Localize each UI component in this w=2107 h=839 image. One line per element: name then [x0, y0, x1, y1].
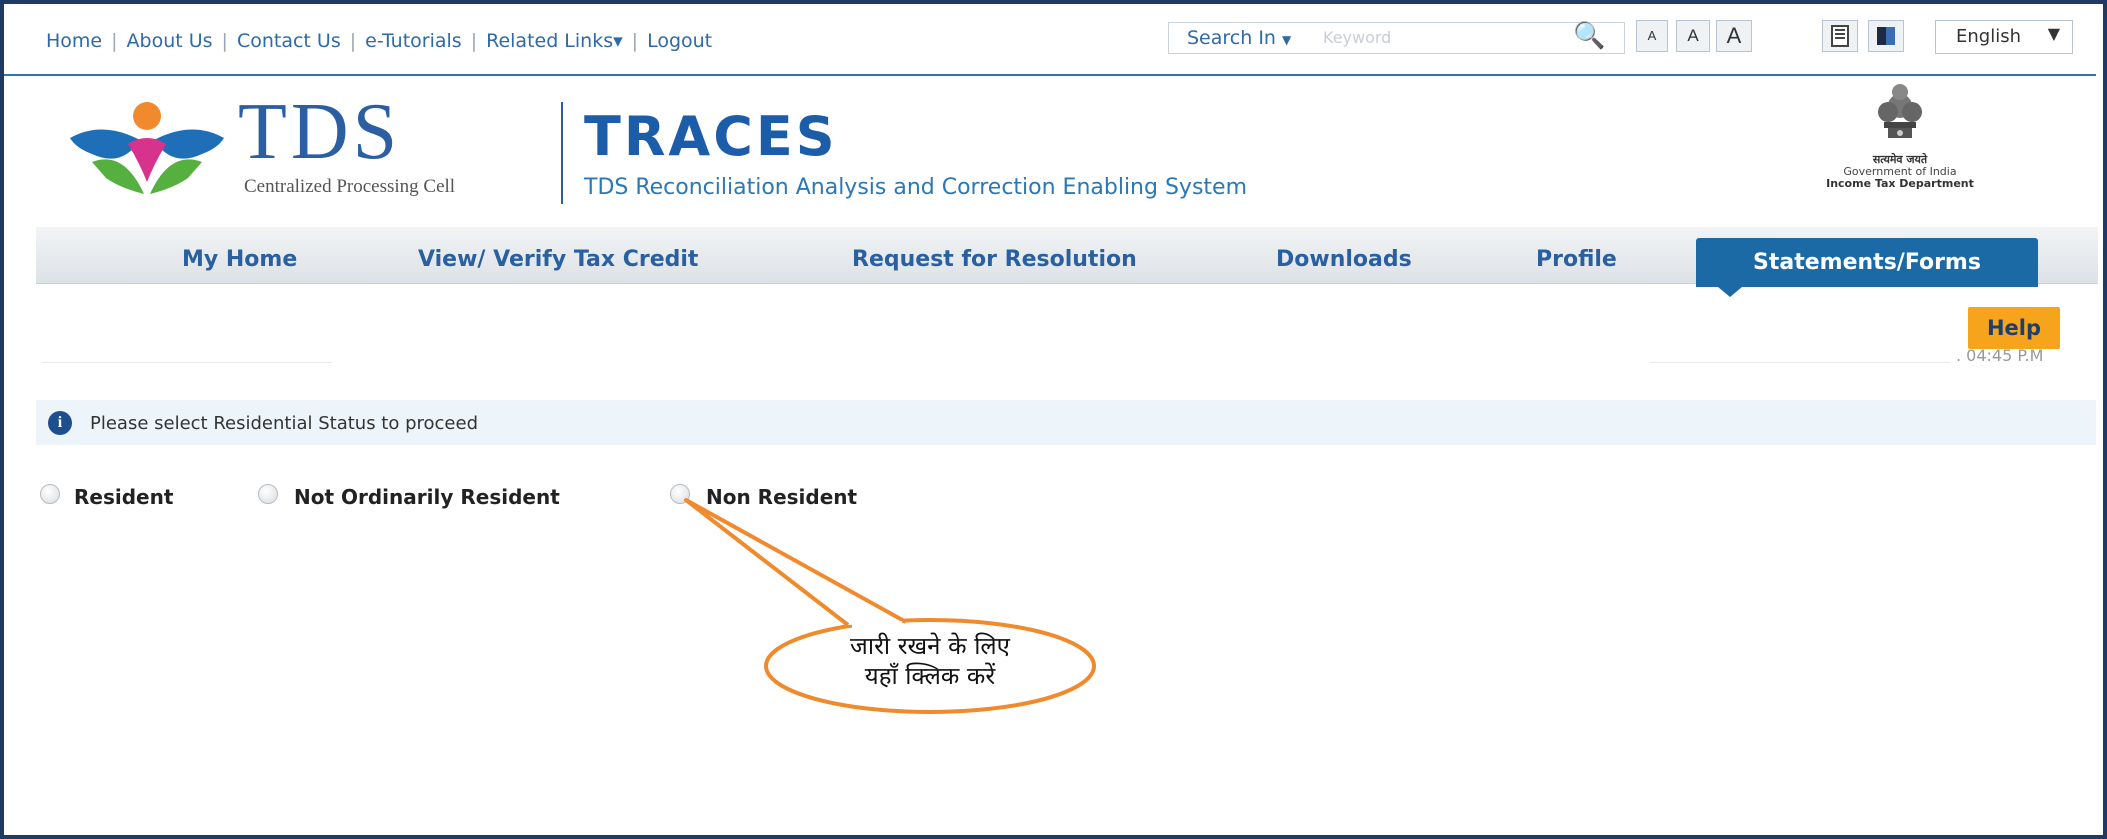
- callout-line1: जारी रखने के लिए: [850, 632, 1010, 660]
- font-medium-button[interactable]: A: [1676, 20, 1710, 52]
- label-not-ordinarily-resident[interactable]: Not Ordinarily Resident: [294, 485, 560, 509]
- font-large-button[interactable]: A: [1716, 20, 1752, 52]
- info-bar: i Please select Residential Status to pr…: [36, 400, 2096, 445]
- nav-request-for-resolution[interactable]: Request for Resolution: [852, 247, 1137, 272]
- radio-not-ordinarily-resident[interactable]: [258, 484, 278, 504]
- nav-my-home[interactable]: My Home: [182, 247, 297, 272]
- callout-line2: यहाँ क्लिक करें: [864, 662, 996, 690]
- nav-statements-forms[interactable]: Statements/Forms: [1696, 238, 2038, 297]
- info-message: Please select Residential Status to proc…: [90, 413, 478, 434]
- logout-link[interactable]: Logout: [647, 30, 712, 52]
- cpc-subtitle: Centralized Processing Cell: [244, 176, 456, 197]
- chevron-down-icon: ▼: [2047, 24, 2060, 43]
- font-small-button[interactable]: A: [1636, 20, 1668, 52]
- home-link[interactable]: Home: [46, 30, 102, 52]
- emblem-icon: [1878, 84, 1922, 138]
- label-non-resident[interactable]: Non Resident: [706, 485, 857, 509]
- page-title: TRACES: [584, 105, 838, 168]
- emblem-dept: Income Tax Department: [1826, 177, 1974, 190]
- e-tutorials-link[interactable]: e-Tutorials: [365, 30, 462, 52]
- search-box: Search In ▼ Keyword 🔍: [1168, 21, 1625, 54]
- about-us-link[interactable]: About Us: [127, 30, 213, 52]
- related-links-dropdown[interactable]: Related Links▾: [486, 30, 623, 52]
- search-in-dropdown[interactable]: Search In ▼: [1187, 27, 1291, 49]
- tds-logo-text: TDS: [238, 88, 402, 176]
- app-subtitle: TDS Reconciliation Analysis and Correcti…: [584, 175, 1247, 200]
- govt-emblem: सत्यमेव जयते Government of India Income …: [1780, 82, 2020, 190]
- contrast-icon[interactable]: [1822, 20, 1858, 52]
- header-divider: [561, 102, 563, 204]
- radio-resident[interactable]: [40, 484, 60, 504]
- language-select[interactable]: English ▼: [1935, 20, 2073, 54]
- theme-icon[interactable]: [1868, 20, 1904, 52]
- nav-view-verify-tax-credit[interactable]: View/ Verify Tax Credit: [418, 247, 698, 272]
- contact-us-link[interactable]: Contact Us: [237, 30, 341, 52]
- label-resident[interactable]: Resident: [74, 485, 173, 509]
- nav-profile[interactable]: Profile: [1536, 247, 1617, 272]
- nav-downloads[interactable]: Downloads: [1276, 247, 1412, 272]
- tds-logo-icon: [62, 98, 232, 202]
- top-utility-bar: Home | About Us | Contact Us | e-Tutorials | Rel…: [4, 4, 2096, 76]
- callout-text: जारी रखने के लिए यहाँ क्लिक करें: [800, 631, 1060, 691]
- help-button[interactable]: Help: [1968, 307, 2060, 349]
- search-input[interactable]: Keyword: [1323, 28, 1391, 47]
- time-fragment-line: [1650, 362, 1950, 363]
- breadcrumb-fragment: [42, 362, 332, 363]
- info-icon: i: [48, 411, 72, 435]
- search-icon[interactable]: 🔍: [1573, 21, 1605, 51]
- top-links: Home | About Us | Contact Us | e-Tutorials | Rel…: [46, 30, 713, 52]
- radio-non-resident[interactable]: [670, 484, 690, 504]
- active-tab-notch: [1718, 287, 1742, 297]
